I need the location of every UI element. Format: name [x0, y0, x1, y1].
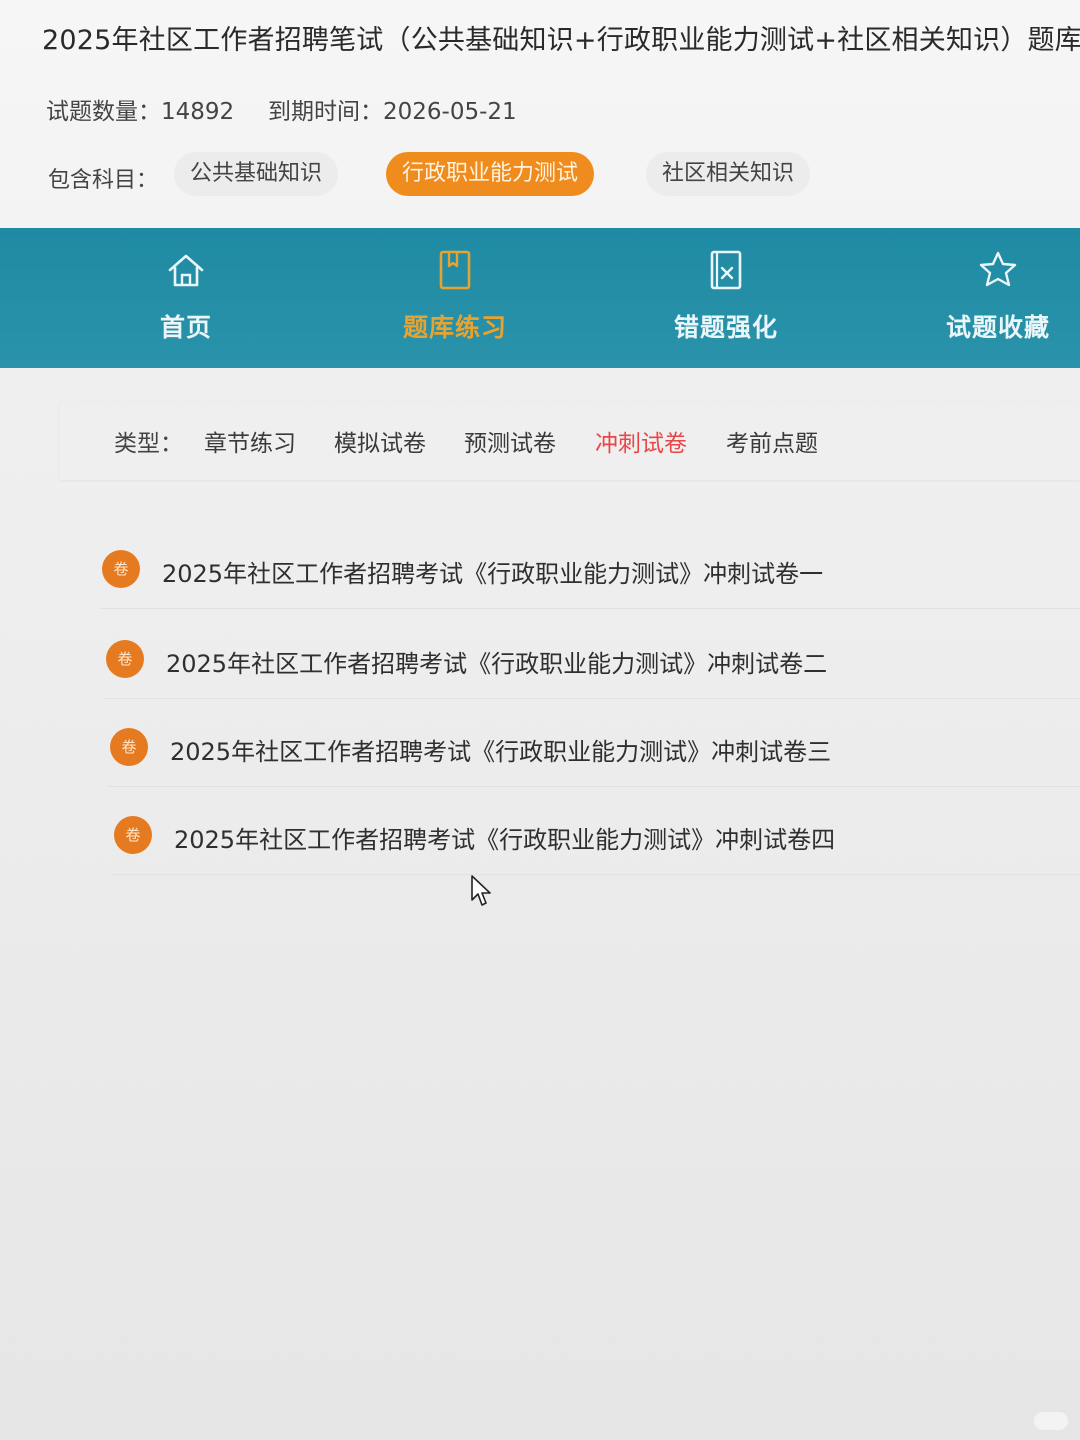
subject-chip-public-knowledge[interactable]: 公共基础知识: [174, 152, 339, 196]
nav-home-label: 首页: [159, 313, 212, 342]
page-title: 2025年社区工作者招聘笔试（公共基础知识+行政职业能力测试+社区相关知识）题库: [42, 25, 1080, 56]
paper-item[interactable]: 卷 2025年社区工作者招聘考试《行政职业能力测试》冲刺试卷三: [108, 698, 1080, 787]
nav-practice-label: 题库练习: [402, 313, 507, 342]
book-icon: [439, 250, 471, 290]
paper-item[interactable]: 卷 2025年社区工作者招聘考试《行政职业能力测试》冲刺试卷一: [100, 520, 1080, 609]
exam-header: 2025年社区工作者招聘笔试（公共基础知识+行政职业能力测试+社区相关知识）题库…: [0, 0, 1080, 228]
subjects-label: 包含科目：: [48, 168, 159, 193]
nav-home[interactable]: 首页: [86, 228, 286, 368]
nav-wrong-label: 错题强化: [673, 313, 778, 342]
paper-badge-icon: 卷: [110, 728, 148, 766]
tab-forecast-papers[interactable]: 预测试卷: [464, 424, 556, 458]
type-filter-bar: 类型： 章节练习 模拟试卷 预测试卷 冲刺试卷 考前点题: [60, 402, 1080, 480]
paper-title: 2025年社区工作者招聘考试《行政职业能力测试》冲刺试卷四: [174, 826, 836, 854]
nav-favorites[interactable]: 试题收藏: [898, 228, 1080, 368]
paper-item[interactable]: 卷 2025年社区工作者招聘考试《行政职业能力测试》冲刺试卷二: [104, 610, 1080, 699]
paper-title: 2025年社区工作者招聘考试《行政职业能力测试》冲刺试卷三: [170, 738, 832, 766]
star-icon: [979, 251, 1017, 287]
expire-date: 到期时间：2026-05-21: [268, 99, 517, 125]
nav-favorites-label: 试题收藏: [945, 313, 1050, 342]
paper-badge-icon: 卷: [106, 640, 144, 678]
paper-title: 2025年社区工作者招聘考试《行政职业能力测试》冲刺试卷二: [166, 650, 828, 678]
tab-pre-exam-tips[interactable]: 考前点题: [726, 424, 818, 458]
nav-wrong-questions[interactable]: 错题强化: [626, 228, 826, 368]
tab-sprint-papers[interactable]: 冲刺试卷: [595, 424, 687, 458]
subject-chip-admin-aptitude[interactable]: 行政职业能力测试: [386, 152, 595, 196]
nav-practice[interactable]: 题库练习: [355, 228, 555, 368]
question-count: 试题数量：14892: [46, 99, 235, 125]
tab-mock-papers[interactable]: 模拟试卷: [334, 424, 426, 458]
main-nav: 首页 题库练习 错题强化 试题收藏: [0, 228, 1080, 368]
type-label: 类型：: [114, 431, 183, 457]
paper-title: 2025年社区工作者招聘考试《行政职业能力测试》冲刺试卷一: [162, 560, 824, 588]
mouse-cursor-icon: [471, 875, 491, 906]
watermark-pill: [1034, 1412, 1068, 1430]
subject-chip-community-knowledge[interactable]: 社区相关知识: [646, 152, 811, 196]
paper-badge-icon: 卷: [102, 550, 140, 588]
tab-chapter-practice[interactable]: 章节练习: [204, 424, 296, 458]
paper-badge-icon: 卷: [114, 816, 152, 854]
paper-item[interactable]: 卷 2025年社区工作者招聘考试《行政职业能力测试》冲刺试卷四: [112, 786, 1080, 875]
home-icon: [168, 254, 204, 287]
wrong-doc-icon: [710, 250, 742, 290]
